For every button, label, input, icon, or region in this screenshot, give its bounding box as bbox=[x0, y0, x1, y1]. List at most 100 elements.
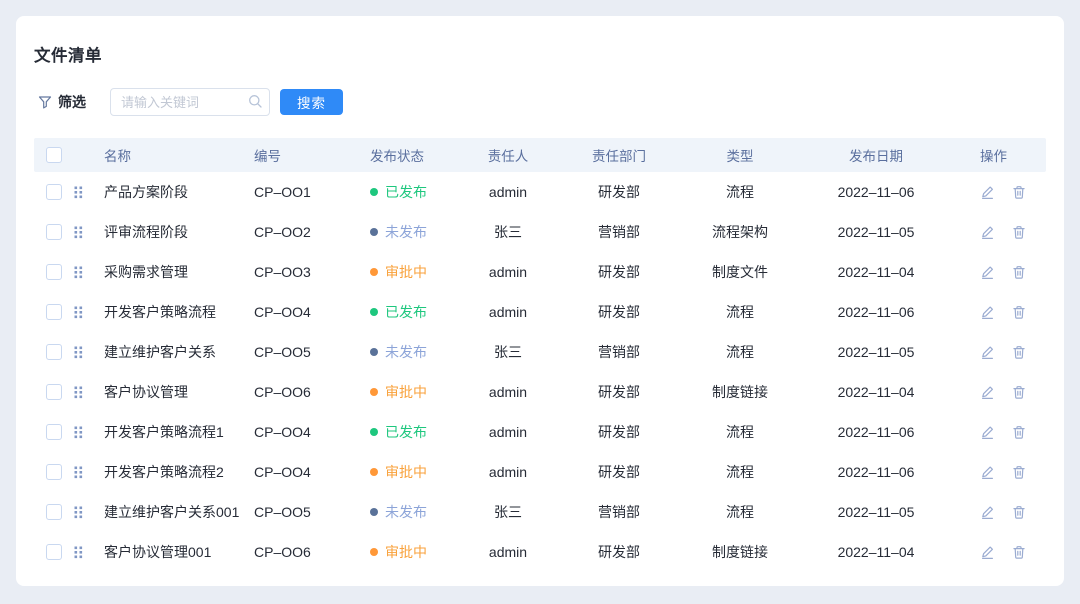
cell-code: CP–OO3 bbox=[250, 264, 366, 280]
status-label: 未发布 bbox=[385, 502, 427, 522]
drag-handle[interactable] bbox=[74, 266, 100, 279]
status-badge: 未发布 bbox=[370, 342, 462, 362]
edit-pencil-icon bbox=[980, 505, 995, 520]
drag-handle[interactable] bbox=[74, 306, 100, 319]
cell-name: 建立维护客户关系001 bbox=[100, 502, 250, 522]
delete-button[interactable] bbox=[1012, 345, 1026, 360]
cell-actions bbox=[956, 385, 1046, 400]
row-checkbox[interactable] bbox=[46, 504, 62, 520]
drag-handle[interactable] bbox=[74, 346, 100, 359]
table-row: 采购需求管理 CP–OO3 审批中 admin 研发部 制度文件 2022–11… bbox=[34, 252, 1046, 292]
edit-button[interactable] bbox=[980, 465, 995, 480]
search-magnifier-icon[interactable] bbox=[248, 94, 263, 109]
cell-name: 客户协议管理 bbox=[100, 382, 250, 402]
status-badge: 审批中 bbox=[370, 462, 462, 482]
cell-name: 开发客户策略流程1 bbox=[100, 422, 250, 442]
cell-date: 2022–11–04 bbox=[796, 264, 956, 280]
status-label: 已发布 bbox=[385, 422, 427, 442]
edit-button[interactable] bbox=[980, 185, 995, 200]
cell-status: 已发布 bbox=[366, 302, 462, 322]
cell-date: 2022–11–05 bbox=[796, 224, 956, 240]
cell-status: 审批中 bbox=[366, 542, 462, 562]
cell-owner: 张三 bbox=[462, 502, 554, 522]
delete-trash-icon bbox=[1012, 545, 1026, 560]
edit-button[interactable] bbox=[980, 385, 995, 400]
row-checkbox[interactable] bbox=[46, 184, 62, 200]
status-dot-icon bbox=[370, 228, 378, 236]
delete-button[interactable] bbox=[1012, 425, 1026, 440]
status-dot-icon bbox=[370, 508, 378, 516]
drag-handle[interactable] bbox=[74, 506, 100, 519]
cell-type: 流程架构 bbox=[684, 222, 796, 242]
delete-button[interactable] bbox=[1012, 185, 1026, 200]
status-label: 审批中 bbox=[385, 262, 427, 282]
row-checkbox[interactable] bbox=[46, 224, 62, 240]
delete-trash-icon bbox=[1012, 505, 1026, 520]
drag-handle[interactable] bbox=[74, 466, 100, 479]
column-header-owner: 责任人 bbox=[462, 145, 554, 165]
drag-handle-icon bbox=[74, 506, 83, 519]
row-checkbox[interactable] bbox=[46, 464, 62, 480]
cell-dept: 研发部 bbox=[554, 302, 684, 322]
delete-button[interactable] bbox=[1012, 505, 1026, 520]
row-checkbox[interactable] bbox=[46, 264, 62, 280]
delete-button[interactable] bbox=[1012, 305, 1026, 320]
cell-owner: admin bbox=[462, 264, 554, 280]
table-row: 开发客户策略流程1 CP–OO4 已发布 admin 研发部 流程 2022–1… bbox=[34, 412, 1046, 452]
delete-button[interactable] bbox=[1012, 225, 1026, 240]
edit-button[interactable] bbox=[980, 505, 995, 520]
drag-handle[interactable] bbox=[74, 186, 100, 199]
status-label: 未发布 bbox=[385, 222, 427, 242]
drag-handle[interactable] bbox=[74, 426, 100, 439]
row-checkbox[interactable] bbox=[46, 424, 62, 440]
status-dot-icon bbox=[370, 548, 378, 556]
cell-dept: 营销部 bbox=[554, 222, 684, 242]
column-header-type: 类型 bbox=[684, 145, 796, 165]
edit-button[interactable] bbox=[980, 265, 995, 280]
cell-status: 审批中 bbox=[366, 462, 462, 482]
cell-date: 2022–11–06 bbox=[796, 464, 956, 480]
edit-pencil-icon bbox=[980, 265, 995, 280]
edit-button[interactable] bbox=[980, 425, 995, 440]
cell-name: 开发客户策略流程2 bbox=[100, 462, 250, 482]
delete-button[interactable] bbox=[1012, 385, 1026, 400]
cell-code: CP–OO6 bbox=[250, 384, 366, 400]
row-checkbox[interactable] bbox=[46, 344, 62, 360]
cell-code: CP–OO4 bbox=[250, 304, 366, 320]
cell-status: 未发布 bbox=[366, 342, 462, 362]
search-button[interactable]: 搜索 bbox=[280, 89, 343, 115]
row-checkbox[interactable] bbox=[46, 544, 62, 560]
cell-dept: 营销部 bbox=[554, 342, 684, 362]
row-checkbox[interactable] bbox=[46, 304, 62, 320]
search-input[interactable] bbox=[110, 88, 270, 116]
cell-date: 2022–11–06 bbox=[796, 304, 956, 320]
drag-handle[interactable] bbox=[74, 546, 100, 559]
filter-button[interactable]: 筛选 bbox=[38, 92, 86, 112]
status-label: 审批中 bbox=[385, 382, 427, 402]
drag-handle[interactable] bbox=[74, 226, 100, 239]
row-checkbox-cell bbox=[34, 224, 74, 240]
delete-button[interactable] bbox=[1012, 465, 1026, 480]
delete-button[interactable] bbox=[1012, 265, 1026, 280]
edit-button[interactable] bbox=[980, 225, 995, 240]
cell-status: 已发布 bbox=[366, 182, 462, 202]
edit-button[interactable] bbox=[980, 305, 995, 320]
status-dot-icon bbox=[370, 268, 378, 276]
column-header-status: 发布状态 bbox=[366, 145, 462, 165]
status-badge: 已发布 bbox=[370, 182, 462, 202]
delete-trash-icon bbox=[1012, 185, 1026, 200]
edit-button[interactable] bbox=[980, 545, 995, 560]
drag-handle[interactable] bbox=[74, 386, 100, 399]
table-header-row: 名称 编号 发布状态 责任人 责任部门 类型 发布日期 操作 bbox=[34, 138, 1046, 172]
cell-code: CP–OO5 bbox=[250, 504, 366, 520]
cell-actions bbox=[956, 545, 1046, 560]
cell-code: CP–OO5 bbox=[250, 344, 366, 360]
select-all-checkbox[interactable] bbox=[46, 147, 62, 163]
row-checkbox[interactable] bbox=[46, 384, 62, 400]
search-box bbox=[110, 88, 270, 116]
delete-button[interactable] bbox=[1012, 545, 1026, 560]
status-badge: 已发布 bbox=[370, 422, 462, 442]
table-row: 产品方案阶段 CP–OO1 已发布 admin 研发部 流程 2022–11–0… bbox=[34, 172, 1046, 212]
cell-status: 审批中 bbox=[366, 382, 462, 402]
edit-button[interactable] bbox=[980, 345, 995, 360]
